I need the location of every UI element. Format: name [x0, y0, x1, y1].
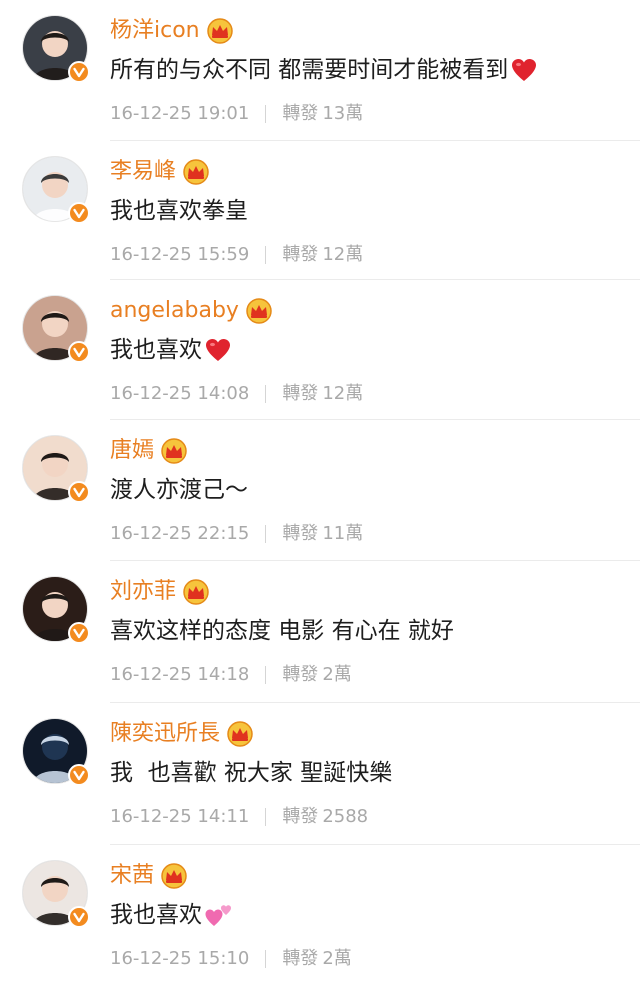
- repost-count: 12萬: [322, 383, 364, 404]
- crown-icon[interactable]: [226, 721, 254, 747]
- avatar[interactable]: [22, 860, 90, 928]
- repost-count: 2萬: [322, 664, 352, 685]
- username-row: 宋茜: [110, 861, 188, 891]
- repost-count: 2588: [322, 806, 369, 827]
- comment-text: 所有的与众不同 都需要时间才能被看到: [110, 57, 509, 83]
- crown-icon[interactable]: [245, 298, 273, 324]
- comment-text-row: 我 也喜歡 祝大家 聖誕快樂: [110, 757, 392, 789]
- comment-text: 我也喜欢: [110, 337, 202, 363]
- comment-item[interactable]: 李易峰 我也喜欢拳皇 16-12-25 15:59 轉發 12萬: [0, 141, 640, 281]
- username-link[interactable]: 刘亦菲: [110, 577, 176, 607]
- username-row: 唐嫣: [110, 436, 188, 466]
- verified-icon: [68, 341, 90, 363]
- crown-icon[interactable]: [160, 438, 188, 464]
- username-row: 李易峰: [110, 157, 210, 187]
- meta-divider: [265, 950, 267, 968]
- comment-text: 渡人亦渡己～: [110, 477, 248, 503]
- comment-text-row: 我也喜欢: [110, 899, 234, 931]
- meta-divider: [265, 246, 267, 264]
- timestamp: 16-12-25 14:08: [110, 383, 250, 404]
- timestamp: 16-12-25 15:59: [110, 244, 250, 265]
- comment-item[interactable]: 宋茜 我也喜欢 16-12-25 15:10 轉發 2萬: [0, 845, 640, 985]
- crown-icon[interactable]: [206, 18, 234, 44]
- meta-divider: [265, 525, 267, 543]
- meta-divider: [265, 666, 267, 684]
- pink-hearts-icon: [204, 902, 234, 928]
- red-heart-icon: [204, 337, 232, 363]
- verified-icon: [68, 61, 90, 83]
- red-heart-icon: [510, 57, 538, 83]
- crown-icon[interactable]: [182, 579, 210, 605]
- username-link[interactable]: angelababy: [110, 296, 239, 326]
- comment-feed: 杨洋icon 所有的与众不同 都需要时间才能被看到 16-12-25 19:01…: [0, 0, 640, 984]
- comment-text: 我也喜欢拳皇: [110, 198, 248, 224]
- timestamp: 16-12-25 19:01: [110, 103, 250, 124]
- username-link[interactable]: 唐嫣: [110, 436, 154, 466]
- avatar[interactable]: [22, 156, 90, 224]
- comment-item[interactable]: angelababy 我也喜欢 16-12-25 14:08 轉發 12萬: [0, 280, 640, 420]
- repost-button[interactable]: 轉發: [282, 947, 318, 971]
- verified-icon: [68, 202, 90, 224]
- crown-icon[interactable]: [182, 159, 210, 185]
- repost-button[interactable]: 轉發: [282, 102, 318, 126]
- meta-divider: [265, 385, 267, 403]
- username-link[interactable]: 陳奕迅所長: [110, 719, 220, 749]
- verified-icon: [68, 764, 90, 786]
- comment-text-row: 我也喜欢拳皇: [110, 195, 248, 227]
- comment-item[interactable]: 陳奕迅所長 我 也喜歡 祝大家 聖誕快樂 16-12-25 14:11 轉發 25…: [0, 703, 640, 845]
- meta-row: 16-12-25 15:10 轉發 2萬: [110, 947, 352, 971]
- comment-item[interactable]: 刘亦菲 喜欢这样的态度 电影 有心在 就好 16-12-25 14:18 轉發 2…: [0, 561, 640, 703]
- timestamp: 16-12-25 14:11: [110, 806, 250, 827]
- comment-text: 我也喜欢: [110, 902, 202, 928]
- username-row: angelababy: [110, 296, 273, 326]
- comment-text-row: 喜欢这样的态度 电影 有心在 就好: [110, 615, 454, 647]
- timestamp: 16-12-25 15:10: [110, 948, 250, 969]
- avatar[interactable]: [22, 15, 90, 83]
- avatar[interactable]: [22, 435, 90, 503]
- comment-item[interactable]: 杨洋icon 所有的与众不同 都需要时间才能被看到 16-12-25 19:01…: [0, 0, 640, 141]
- username-row: 杨洋icon: [110, 16, 234, 46]
- repost-button[interactable]: 轉發: [282, 382, 318, 406]
- repost-button[interactable]: 轉發: [282, 805, 318, 829]
- repost-count: 13萬: [322, 103, 364, 124]
- username-link[interactable]: 杨洋icon: [110, 16, 200, 46]
- repost-count: 12萬: [322, 244, 364, 265]
- comment-text: 我 也喜歡 祝大家 聖誕快樂: [110, 760, 393, 786]
- repost-count: 11萬: [322, 523, 364, 544]
- username-link[interactable]: 宋茜: [110, 861, 154, 891]
- repost-count: 2萬: [322, 948, 352, 969]
- comment-item[interactable]: 唐嫣 渡人亦渡己～ 16-12-25 22:15 轉發 11萬: [0, 420, 640, 561]
- verified-icon: [68, 622, 90, 644]
- crown-icon[interactable]: [160, 863, 188, 889]
- meta-row: 16-12-25 15:59 轉發 12萬: [110, 243, 363, 267]
- avatar[interactable]: [22, 295, 90, 363]
- avatar[interactable]: [22, 576, 90, 644]
- meta-row: 16-12-25 14:18 轉發 2萬: [110, 663, 352, 687]
- username-row: 陳奕迅所長: [110, 719, 254, 749]
- meta-row: 16-12-25 14:08 轉發 12萬: [110, 382, 363, 406]
- comment-text-row: 所有的与众不同 都需要时间才能被看到: [110, 54, 538, 86]
- meta-divider: [265, 105, 267, 123]
- verified-icon: [68, 481, 90, 503]
- repost-button[interactable]: 轉發: [282, 663, 318, 687]
- verified-icon: [68, 906, 90, 928]
- username-row: 刘亦菲: [110, 577, 210, 607]
- repost-button[interactable]: 轉發: [282, 522, 318, 546]
- meta-row: 16-12-25 19:01 轉發 13萬: [110, 102, 363, 126]
- comment-text: 喜欢这样的态度 电影 有心在 就好: [110, 618, 454, 644]
- meta-row: 16-12-25 22:15 轉發 11萬: [110, 522, 363, 546]
- meta-divider: [265, 808, 267, 826]
- comment-text-row: 渡人亦渡己～: [110, 474, 248, 506]
- comment-text-row: 我也喜欢: [110, 334, 232, 366]
- timestamp: 16-12-25 22:15: [110, 523, 250, 544]
- timestamp: 16-12-25 14:18: [110, 664, 250, 685]
- repost-button[interactable]: 轉發: [282, 243, 318, 267]
- meta-row: 16-12-25 14:11 轉發 2588: [110, 805, 368, 829]
- avatar[interactable]: [22, 718, 90, 786]
- username-link[interactable]: 李易峰: [110, 157, 176, 187]
